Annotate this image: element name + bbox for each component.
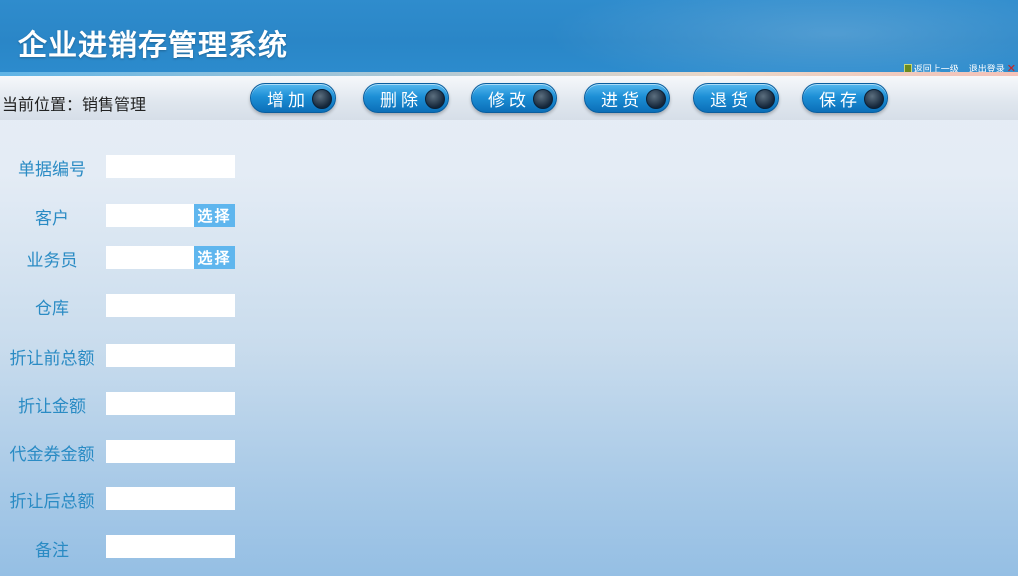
salesperson-select-button[interactable]: 选择 xyxy=(194,246,235,269)
remark-label: 备注 xyxy=(35,541,69,561)
stock-in-button[interactable]: 进货 xyxy=(584,83,670,113)
return-button-label: 退货 xyxy=(710,90,752,111)
orb-icon xyxy=(533,89,553,109)
total-after-discount-field[interactable] xyxy=(106,487,235,510)
total-before-discount-field[interactable] xyxy=(106,344,235,367)
warehouse-field[interactable] xyxy=(106,294,235,317)
salesperson-field[interactable] xyxy=(106,246,194,269)
orb-icon xyxy=(864,89,884,109)
discount-amount-field[interactable] xyxy=(106,392,235,415)
total-after-discount-label: 折让后总额 xyxy=(9,492,95,512)
app-title: 企业进销存管理系统 xyxy=(18,28,289,62)
discount-amount-label: 折让金额 xyxy=(18,397,86,417)
customer-label: 客户 xyxy=(35,209,69,229)
modify-button[interactable]: 修改 xyxy=(471,83,557,113)
warehouse-label: 仓库 xyxy=(35,299,69,319)
orb-icon xyxy=(646,89,666,109)
orb-icon xyxy=(312,89,332,109)
voucher-amount-label: 代金券金额 xyxy=(9,445,95,465)
orb-icon xyxy=(755,89,775,109)
orb-icon xyxy=(425,89,445,109)
voucher-amount-field[interactable] xyxy=(106,440,235,463)
modify-button-label: 修改 xyxy=(488,90,530,111)
remark-field[interactable] xyxy=(106,535,235,558)
stock-in-button-label: 进货 xyxy=(601,90,643,111)
total-before-discount-label: 折让前总额 xyxy=(9,349,95,369)
add-button-label: 增加 xyxy=(267,90,309,111)
toolbar: 当前位置：销售管理 增加 删除 修改 进货 退货 保存 xyxy=(0,76,1018,120)
add-button[interactable]: 增加 xyxy=(250,83,336,113)
order-no-label: 单据编号 xyxy=(18,160,86,180)
save-button-label: 保存 xyxy=(819,90,861,111)
return-button[interactable]: 退货 xyxy=(693,83,779,113)
customer-select-button[interactable]: 选择 xyxy=(194,204,235,227)
breadcrumb: 当前位置：销售管理 xyxy=(2,95,147,114)
customer-field[interactable] xyxy=(106,204,194,227)
save-button[interactable]: 保存 xyxy=(802,83,888,113)
order-no-field[interactable] xyxy=(106,155,235,178)
delete-button[interactable]: 删除 xyxy=(363,83,449,113)
app-header: 企业进销存管理系统 返回上一级 退出登录 ✕ xyxy=(0,0,1018,76)
delete-button-label: 删除 xyxy=(380,90,422,111)
salesperson-label: 业务员 xyxy=(26,251,78,271)
